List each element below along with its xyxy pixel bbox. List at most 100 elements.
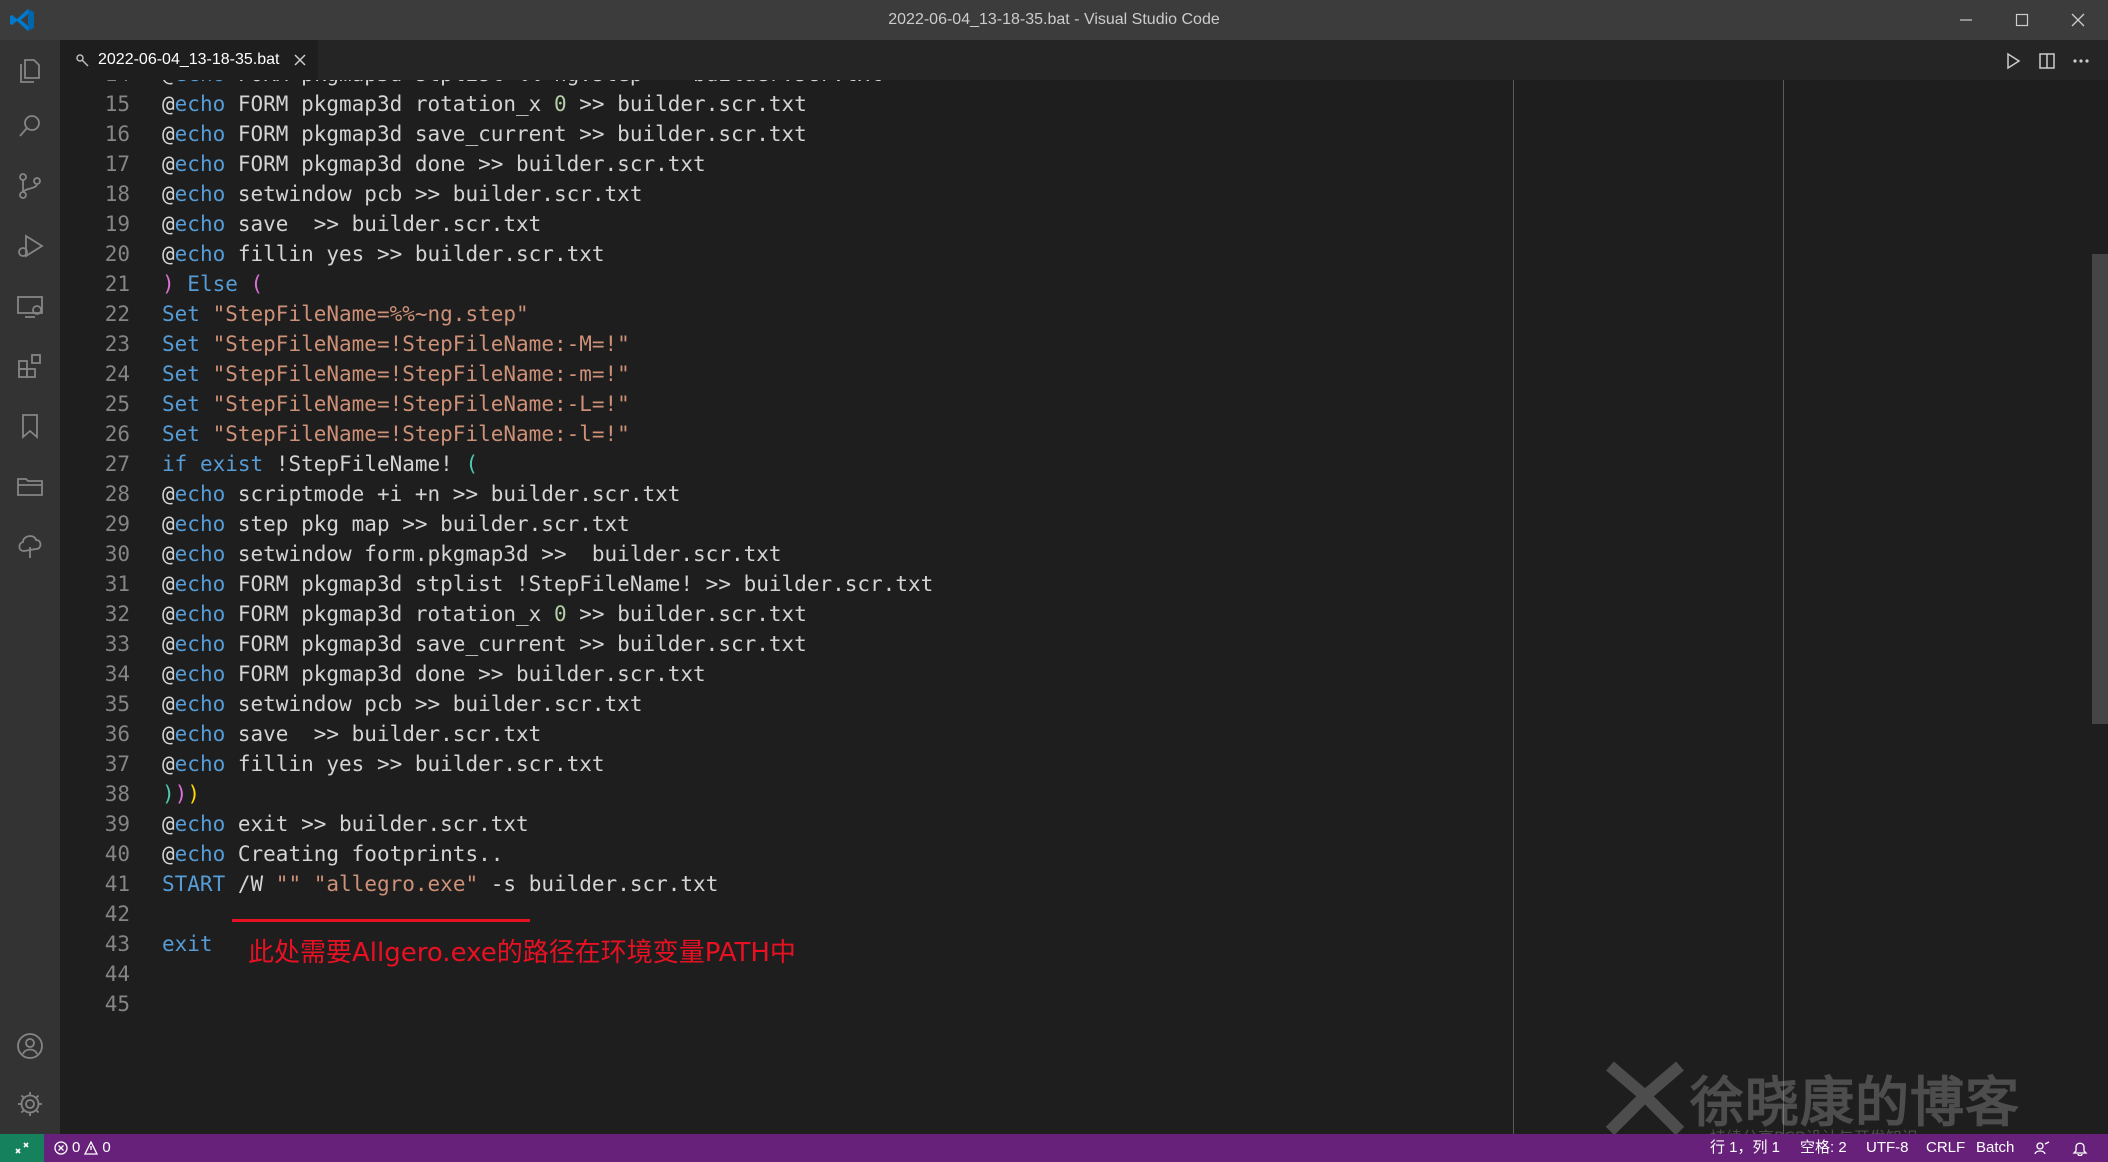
- code-token: ): [162, 272, 175, 296]
- code-token: exist: [199, 452, 264, 476]
- activity-bar: [0, 40, 60, 1134]
- code-line[interactable]: 42: [60, 899, 2020, 929]
- remote-indicator[interactable]: [0, 1134, 44, 1162]
- code-token: Set: [162, 362, 200, 386]
- code-token: echo: [174, 512, 226, 536]
- code-line[interactable]: 16 @echo FORM pkgmap3d save_current >> bu…: [60, 119, 2020, 149]
- code-token: if: [162, 452, 188, 476]
- maximize-button[interactable]: [1992, 0, 2052, 40]
- code-line[interactable]: 32 @echo FORM pkgmap3d rotation_x 0 >> bu…: [60, 599, 2020, 629]
- code-line[interactable]: 24 Set "StepFileName=!StepFileName:-m=!": [60, 359, 2020, 389]
- code-token: FORM pkgmap3d save_current >> builder.sc…: [225, 122, 807, 146]
- code-line[interactable]: 45: [60, 989, 2020, 1019]
- scrollbar-thumb[interactable]: [2092, 254, 2108, 724]
- code-token: echo: [174, 692, 226, 716]
- code-text: @echo FORM pkgmap3d done >> builder.scr.…: [162, 659, 706, 689]
- code-token: @: [162, 122, 175, 146]
- more-actions-button[interactable]: [2068, 48, 2094, 74]
- code-line[interactable]: 17 @echo FORM pkgmap3d done >> builder.sc…: [60, 149, 2020, 179]
- minimize-button[interactable]: [1936, 0, 1996, 40]
- code-token: FORM pkgmap3d rotation_x: [225, 92, 554, 116]
- code-token: echo: [174, 212, 226, 236]
- code-token: ): [162, 782, 175, 806]
- code-line[interactable]: 37 @echo fillin yes >> builder.scr.txt: [60, 749, 2020, 779]
- notifications-button[interactable]: [2072, 1134, 2088, 1162]
- code-token: @: [162, 182, 175, 206]
- code-text: @echo FORM pkgmap3d stplist !StepFileNam…: [162, 569, 933, 599]
- activity-remote-explorer[interactable]: [0, 278, 60, 334]
- code-line[interactable]: 40 @echo Creating footprints..: [60, 839, 2020, 869]
- activity-tree[interactable]: [0, 518, 60, 574]
- activity-project-manager[interactable]: [0, 458, 60, 514]
- indentation[interactable]: 空格: 2: [1800, 1134, 1847, 1162]
- code-token: echo: [174, 602, 226, 626]
- code-line[interactable]: 28 @echo scriptmode +i +n >> builder.scr.…: [60, 479, 2020, 509]
- feedback-button[interactable]: [2034, 1134, 2050, 1162]
- code-line[interactable]: 38))): [60, 779, 2020, 809]
- activity-account[interactable]: [0, 1018, 60, 1074]
- activity-settings[interactable]: [0, 1076, 60, 1132]
- code-line[interactable]: 21) Else (: [60, 269, 2020, 299]
- code-token: @: [162, 752, 175, 776]
- code-text: Set "StepFileName=%%~ng.step": [162, 299, 529, 329]
- run-button[interactable]: [2000, 48, 2026, 74]
- code-line[interactable]: 14 @echo FORM pkgmap3d stplist %%~ng.step…: [60, 80, 2020, 89]
- code-line[interactable]: 20 @echo fillin yes >> builder.scr.txt: [60, 239, 2020, 269]
- encoding[interactable]: UTF-8: [1866, 1134, 1909, 1162]
- problems-indicator[interactable]: 0 0: [54, 1134, 111, 1162]
- code-line[interactable]: 34 @echo FORM pkgmap3d done >> builder.sc…: [60, 659, 2020, 689]
- tab-active-file[interactable]: 2022-06-04_13-18-35.bat: [60, 40, 318, 80]
- code-token: @: [162, 692, 175, 716]
- code-token: echo: [174, 482, 226, 506]
- activity-extensions[interactable]: [0, 338, 60, 394]
- code-line[interactable]: 19 @echo save >> builder.scr.txt: [60, 209, 2020, 239]
- code-line[interactable]: 23 Set "StepFileName=!StepFileName:-M=!": [60, 329, 2020, 359]
- tab-close-button[interactable]: [291, 51, 309, 69]
- code-line[interactable]: 35 @echo setwindow pcb >> builder.scr.txt: [60, 689, 2020, 719]
- code-token: echo: [174, 182, 226, 206]
- activity-explorer[interactable]: [0, 42, 60, 98]
- code-line[interactable]: 30 @echo setwindow form.pkgmap3d >> build…: [60, 539, 2020, 569]
- code-line[interactable]: 25 Set "StepFileName=!StepFileName:-L=!": [60, 389, 2020, 419]
- code-token: ): [174, 782, 188, 806]
- code-text: @echo setwindow pcb >> builder.scr.txt: [162, 179, 642, 209]
- line-number: 42: [104, 902, 130, 926]
- code-line[interactable]: 36 @echo save >> builder.scr.txt: [60, 719, 2020, 749]
- code-text: @echo step pkg map >> builder.scr.txt: [162, 509, 630, 539]
- language-mode[interactable]: Batch: [1976, 1134, 2014, 1162]
- code-token: "StepFileName=!StepFileName:-l=!": [212, 422, 630, 446]
- code-line[interactable]: 15 @echo FORM pkgmap3d rotation_x 0 >> bu…: [60, 89, 2020, 119]
- activity-source-control[interactable]: [0, 158, 60, 214]
- line-number: 28: [104, 482, 130, 506]
- split-editor-button[interactable]: [2034, 48, 2060, 74]
- code-line[interactable]: 29 @echo step pkg map >> builder.scr.txt: [60, 509, 2020, 539]
- split-editor-icon: [2039, 53, 2055, 69]
- code-line[interactable]: 31 @echo FORM pkgmap3d stplist !StepFileN…: [60, 569, 2020, 599]
- activity-search[interactable]: [0, 98, 60, 154]
- cursor-position[interactable]: 行 1，列 1: [1710, 1134, 1780, 1162]
- line-number: 37: [104, 752, 130, 776]
- activity-run-debug[interactable]: [0, 218, 60, 274]
- error-count: 0: [72, 1139, 81, 1156]
- code-line[interactable]: 26 Set "StepFileName=!StepFileName:-l=!": [60, 419, 2020, 449]
- code-line[interactable]: 27 if exist !StepFileName! (: [60, 449, 2020, 479]
- code-token: (: [250, 272, 264, 296]
- code-line[interactable]: 33 @echo FORM pkgmap3d save_current >> bu…: [60, 629, 2020, 659]
- code-text: Set "StepFileName=!StepFileName:-L=!": [162, 389, 630, 419]
- code-token: "StepFileName=!StepFileName:-m=!": [212, 362, 630, 386]
- bell-icon: [2072, 1142, 2088, 1156]
- code-token: step pkg map >> builder.scr.txt: [225, 512, 630, 536]
- code-editor[interactable]: 14@echo FORM pkgmap3d stplist %%~ng.step…: [60, 80, 2108, 1134]
- code-token: @: [162, 572, 175, 596]
- end-of-line[interactable]: CRLF: [1926, 1134, 1965, 1162]
- code-line[interactable]: 18 @echo setwindow pcb >> builder.scr.txt: [60, 179, 2020, 209]
- activity-bookmarks[interactable]: [0, 398, 60, 454]
- code-line[interactable]: 39 @echo exit >> builder.scr.txt: [60, 809, 2020, 839]
- close-window-button[interactable]: [2048, 0, 2108, 40]
- code-line[interactable]: 22 Set "StepFileName=%%~ng.step": [60, 299, 2020, 329]
- code-token: echo: [174, 632, 226, 656]
- code-line[interactable]: 41 START /W "" "allegro.exe" -s builder.s…: [60, 869, 2020, 899]
